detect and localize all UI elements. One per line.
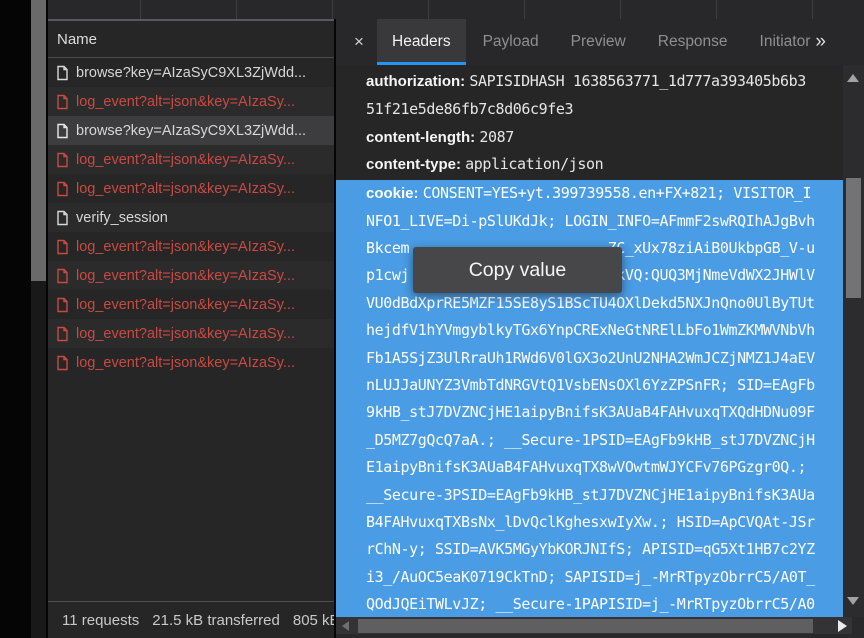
scroll-down-icon[interactable] [847,597,859,605]
page-scrollbar-track[interactable] [31,0,46,638]
scroll-right-icon[interactable] [838,620,847,632]
summary-resources: 805 kB [293,612,334,629]
page-scrollbar-thumb[interactable] [31,0,46,281]
request-row[interactable]: verify_session [48,203,334,232]
scroll-up-icon[interactable] [847,74,859,82]
file-icon [56,239,69,255]
header-cookie-selected: cookie: CONSENT=YES+yt.399739558.en+FX+8… [336,180,843,617]
close-icon[interactable]: × [342,19,376,65]
request-label: log_event?alt=json&key=AIzaSy... [76,355,295,371]
request-label: log_event?alt=json&key=AIzaSy... [76,297,295,313]
request-row[interactable]: log_event?alt=json&key=AIzaSy... [48,290,334,319]
details-horizontal-scrollbar[interactable] [336,617,864,638]
file-icon [56,181,69,197]
request-row[interactable]: log_event?alt=json&key=AIzaSy... [48,348,334,377]
headers-content: authorization: SAPISIDHASH 1638563771_1d… [336,65,843,617]
tab-preview[interactable]: Preview [556,19,641,65]
file-icon [56,152,69,168]
request-row[interactable]: log_event?alt=json&key=AIzaSy... [48,319,334,348]
header-authorization-wrap: 51f21e5de86fb7c8d06c9fe3 [336,96,843,124]
request-row[interactable]: log_event?alt=json&key=AIzaSy... [48,174,334,203]
request-row[interactable]: log_event?alt=json&key=AIzaSy... [48,87,334,116]
network-request-panel: Name browse?key=AIzaSyC9XL3ZjWdd... log_… [48,21,334,638]
file-icon [56,94,69,110]
file-icon [56,65,69,81]
tab-initiator[interactable]: Initiator [745,19,826,65]
request-row[interactable]: log_event?alt=json&key=AIzaSy... [48,232,334,261]
request-label: browse?key=AIzaSyC9XL3ZjWdd... [76,65,306,81]
request-label: browse?key=AIzaSyC9XL3ZjWdd... [76,123,306,139]
scroll-left-icon[interactable] [342,621,349,631]
file-icon [56,210,69,226]
details-tabs-bar: × Headers Payload Preview Response Initi… [336,19,864,65]
file-icon [56,326,69,342]
name-column-label: Name [57,31,97,48]
request-label: log_event?alt=json&key=AIzaSy... [76,181,295,197]
file-icon [56,355,69,371]
tab-payload[interactable]: Payload [468,19,554,65]
vertical-scrollbar-thumb[interactable] [846,178,861,298]
file-icon [56,123,69,139]
horizontal-scrollbar-track[interactable] [336,617,852,634]
tab-headers[interactable]: Headers [377,19,466,65]
request-row[interactable]: log_event?alt=json&key=AIzaSy... [48,145,334,174]
request-label: log_event?alt=json&key=AIzaSy... [76,152,295,168]
request-label: log_event?alt=json&key=AIzaSy... [76,239,295,255]
header-content-type: content-type: application/json [336,151,843,179]
network-summary-bar: 11 requests 21.5 kB transferred 805 kB [48,601,334,638]
request-label: log_event?alt=json&key=AIzaSy... [76,94,295,110]
name-column-header[interactable]: Name [48,21,334,58]
header-authorization: authorization: SAPISIDHASH 1638563771_1d… [336,68,843,96]
tab-response[interactable]: Response [643,19,743,65]
request-row[interactable]: log_event?alt=json&key=AIzaSy... [48,261,334,290]
copy-value-menu-item[interactable]: Copy value [413,247,622,293]
more-tabs-icon[interactable]: » [815,19,826,65]
file-icon [56,297,69,313]
request-details-pane: × Headers Payload Preview Response Initi… [336,19,864,638]
details-vertical-scrollbar[interactable] [843,65,864,617]
horizontal-scrollbar-thumb[interactable] [358,619,813,633]
header-content-length: content-length: 2087 [336,124,843,152]
network-overview-strip [48,0,864,19]
request-label: log_event?alt=json&key=AIzaSy... [76,326,295,342]
request-label: log_event?alt=json&key=AIzaSy... [76,268,295,284]
summary-transferred: 21.5 kB transferred [152,612,280,629]
request-row-selected[interactable]: browse?key=AIzaSyC9XL3ZjWdd... [48,116,334,145]
copy-value-label: Copy value [469,259,567,282]
request-row[interactable]: browse?key=AIzaSyC9XL3ZjWdd... [48,58,334,87]
request-list: browse?key=AIzaSyC9XL3ZjWdd... log_event… [48,58,334,377]
summary-request-count: 11 requests [62,612,139,629]
file-icon [56,268,69,284]
request-label: verify_session [76,210,168,226]
